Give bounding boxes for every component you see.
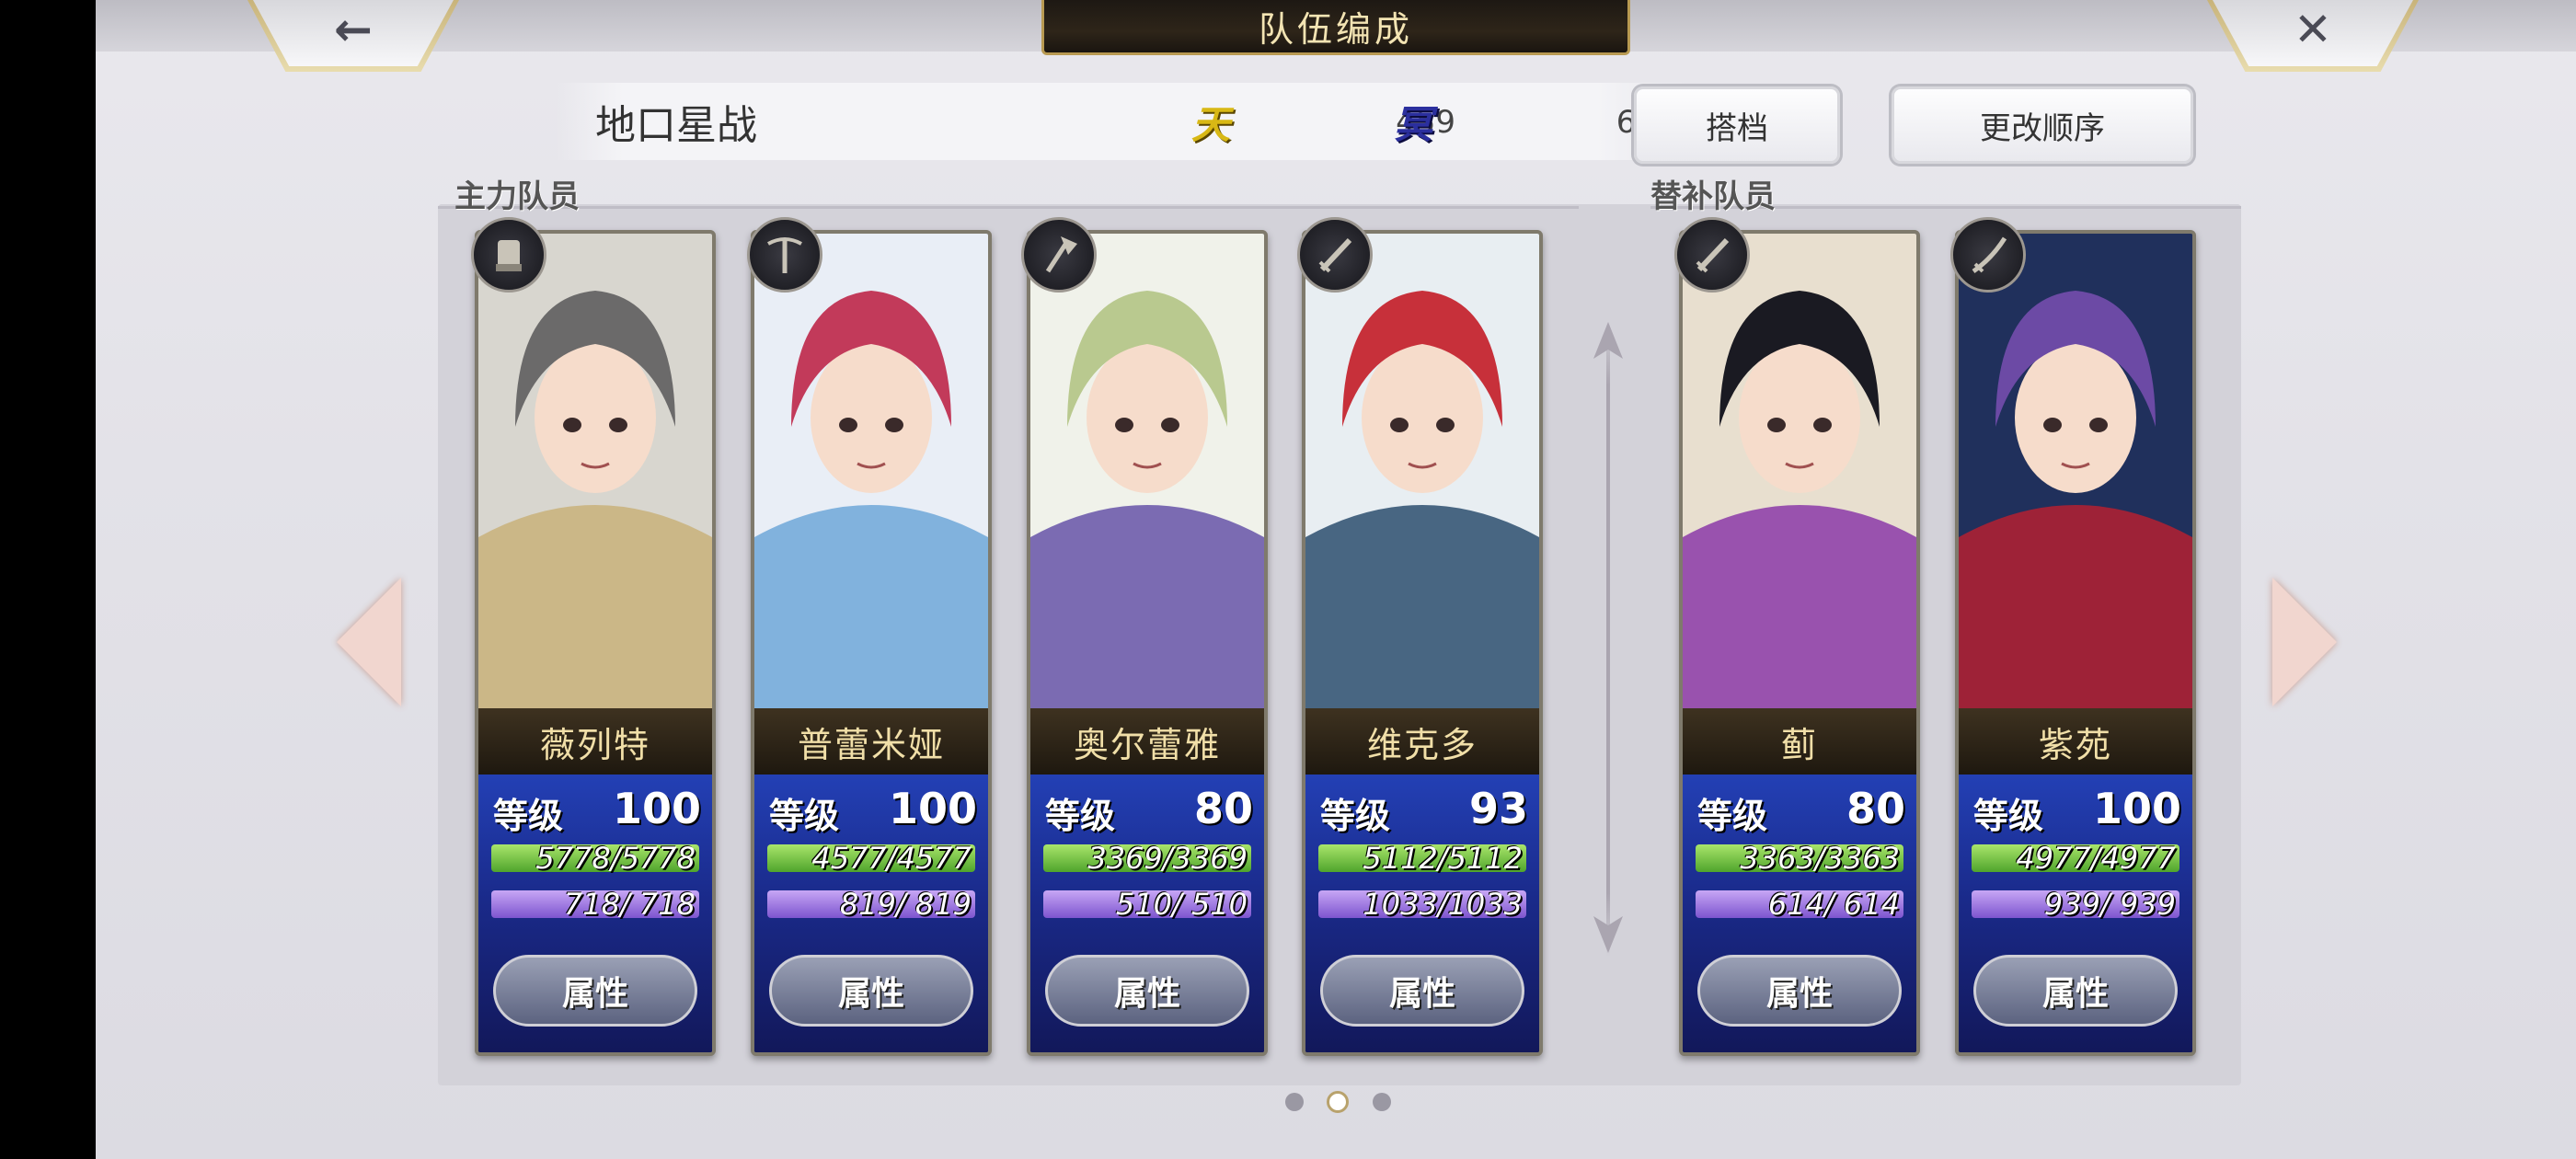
page-dot[interactable] [1373,1093,1391,1111]
level-value: 100 [612,784,701,833]
member-portrait [1683,234,1916,708]
crossbow-icon [747,217,822,293]
member-card[interactable]: 维克多 等级 93 5112/5112 1033/1033 属性 [1302,230,1543,1056]
sword-icon [1674,217,1750,293]
member-name: 薇列特 [478,708,712,775]
page-dot[interactable] [1285,1093,1304,1111]
level-value: 93 [1468,784,1528,833]
katana-icon [1950,217,2026,293]
hp-bar: 4577/4577 [767,843,975,873]
member-stats: 等级 93 5112/5112 1033/1033 属性 [1305,775,1539,1052]
arrow-left-icon: ← [334,3,373,56]
level-value: 100 [888,784,977,833]
member-stats: 等级 80 3369/3369 510/ 510 属性 [1030,775,1264,1052]
level-value: 80 [1193,784,1253,833]
sp-bar: 510/ 510 [1043,889,1251,919]
change-order-button[interactable]: 更改顺序 [1892,86,2193,164]
hp-bar: 3369/3369 [1043,843,1251,873]
attributes-button[interactable]: 属性 [1045,955,1249,1027]
team-formation-screen: ← ✕ 队伍编成 地口星战 天 459 冥 60 搭档 更改顺序 主力队员 替补… [96,0,2576,1159]
attributes-button[interactable]: 属性 [1973,955,2178,1027]
member-stats: 等级 100 4977/4977 939/ 939 属性 [1959,775,2192,1052]
swap-divider [1606,322,1610,957]
attributes-button[interactable]: 属性 [769,955,973,1027]
sp-bar: 718/ 718 [491,889,699,919]
prev-team-arrow-icon[interactable] [337,578,401,706]
sp-bar: 939/ 939 [1972,889,2179,919]
hp-bar: 5112/5112 [1318,843,1526,873]
hp-bar: 3363/3363 [1696,843,1903,873]
member-portrait [1305,234,1539,708]
attributes-button[interactable]: 属性 [1320,955,1524,1027]
partner-button[interactable]: 搭档 [1634,86,1840,164]
member-stats: 等级 80 3363/3363 614/ 614 属性 [1683,775,1916,1052]
level-row: 等级 80 [1045,784,1253,836]
member-name: 普蕾米娅 [754,708,988,775]
close-button[interactable]: ✕ [2207,0,2419,72]
sp-bar: 614/ 614 [1696,889,1903,919]
level-label: 等级 [1045,796,1116,836]
back-button[interactable]: ← [247,0,459,72]
page-title-bar: 队伍编成 [1041,0,1630,55]
member-card[interactable]: 紫苑 等级 100 4977/4977 939/ 939 属性 [1955,230,2196,1056]
member-card[interactable]: 奥尔蕾雅 等级 80 3369/3369 510/ 510 属性 [1027,230,1268,1056]
sky-icon: 天 [1190,101,1230,147]
level-row: 等级 93 [1320,784,1528,836]
sp-bar: 819/ 819 [767,889,975,919]
member-card[interactable]: 蓟 等级 80 3363/3363 614/ 614 属性 [1679,230,1920,1056]
sp-bar: 1033/1033 [1318,889,1526,919]
member-stats: 等级 100 4577/4577 819/ 819 属性 [754,775,988,1052]
attributes-button[interactable]: 属性 [493,955,697,1027]
level-label: 等级 [1320,796,1391,836]
axe-icon [1021,217,1097,293]
dark-icon: 冥 [1393,101,1432,147]
close-icon: ✕ [2294,3,2332,56]
next-team-arrow-icon[interactable] [2272,578,2337,706]
level-label: 等级 [493,796,564,836]
member-card[interactable]: 薇列特 等级 100 5778/5778 718/ 718 属性 [475,230,716,1056]
main-section-divider [438,206,1579,209]
main-members-label: 主力队员 [454,178,580,215]
member-name: 维克多 [1305,708,1539,775]
hp-bar: 4977/4977 [1972,843,2179,873]
level-label: 等级 [1697,796,1768,836]
level-row: 等级 100 [1973,784,2181,836]
level-row: 等级 100 [493,784,701,836]
member-portrait [754,234,988,708]
level-value: 100 [2092,784,2181,833]
member-card[interactable]: 普蕾米娅 等级 100 4577/4577 819/ 819 属性 [751,230,992,1056]
member-name: 奥尔蕾雅 [1030,708,1264,775]
level-row: 等级 80 [1697,784,1905,836]
member-portrait [1959,234,2192,708]
level-row: 等级 100 [769,784,977,836]
member-portrait [478,234,712,708]
level-label: 等级 [769,796,840,836]
hp-bar: 5778/5778 [491,843,699,873]
sword-icon [1297,217,1373,293]
page-dot-active[interactable] [1327,1091,1349,1113]
attributes-button[interactable]: 属性 [1697,955,1902,1027]
member-name: 紫苑 [1959,708,2192,775]
gauntlet-icon [471,217,546,293]
member-stats: 等级 100 5778/5778 718/ 718 属性 [478,775,712,1052]
page-title: 队伍编成 [1258,9,1413,50]
team-name[interactable]: 地口星战 [595,92,757,151]
level-label: 等级 [1973,796,2044,836]
member-portrait [1030,234,1264,708]
sub-members-label: 替补队员 [1650,178,1776,215]
member-name: 蓟 [1683,708,1916,775]
level-value: 80 [1846,784,1905,833]
